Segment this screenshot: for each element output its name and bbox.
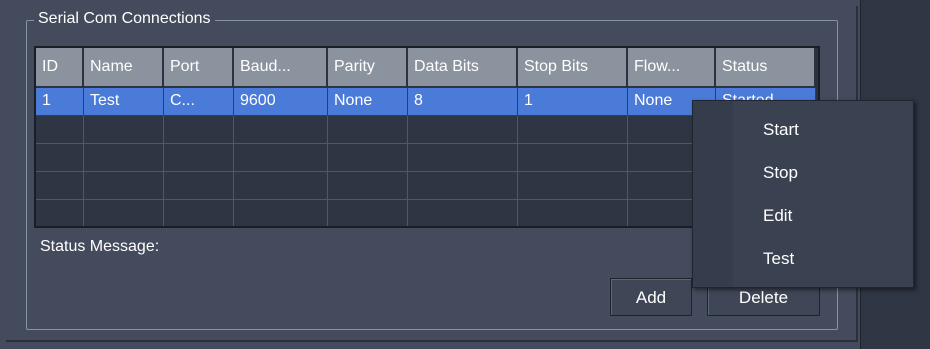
empty-cell — [328, 116, 408, 144]
cell-id: 1 — [36, 88, 84, 116]
empty-cell — [164, 144, 234, 172]
cell-baud: 9600 — [234, 88, 328, 116]
empty-cell — [518, 144, 628, 172]
column-header-port[interactable]: Port — [164, 48, 234, 86]
cell-data-bits: 8 — [408, 88, 518, 116]
empty-cell — [328, 172, 408, 200]
column-header-id[interactable]: ID — [36, 48, 84, 86]
empty-cell — [164, 200, 234, 226]
empty-cell — [36, 144, 84, 172]
empty-cell — [518, 200, 628, 226]
empty-cell — [84, 116, 164, 144]
cell-port: C... — [164, 88, 234, 116]
column-header-status[interactable]: Status — [716, 48, 816, 86]
menu-item-stop[interactable]: Stop — [733, 152, 911, 194]
empty-cell — [84, 172, 164, 200]
column-header-data-bits[interactable]: Data Bits — [408, 48, 518, 86]
empty-cell — [164, 172, 234, 200]
empty-cell — [164, 116, 234, 144]
empty-cell — [328, 144, 408, 172]
empty-cell — [36, 200, 84, 226]
empty-cell — [36, 172, 84, 200]
context-menu-gutter — [693, 101, 733, 287]
column-header-stop-bits[interactable]: Stop Bits — [518, 48, 628, 86]
context-menu: Start Stop Edit Test — [692, 100, 914, 288]
cell-name: Test — [84, 88, 164, 116]
column-header-baud[interactable]: Baud... — [234, 48, 328, 86]
menu-item-edit[interactable]: Edit — [733, 195, 911, 237]
column-header-parity[interactable]: Parity — [328, 48, 408, 86]
empty-cell — [328, 200, 408, 226]
empty-cell — [408, 144, 518, 172]
empty-cell — [234, 200, 328, 226]
cell-parity: None — [328, 88, 408, 116]
empty-cell — [234, 116, 328, 144]
menu-item-start[interactable]: Start — [733, 109, 911, 151]
empty-cell — [518, 116, 628, 144]
empty-cell — [234, 172, 328, 200]
empty-cell — [518, 172, 628, 200]
column-header-flow[interactable]: Flow... — [628, 48, 716, 86]
empty-cell — [234, 144, 328, 172]
window: Serial Com Connections ID Name Port Baud… — [0, 0, 930, 349]
empty-cell — [84, 144, 164, 172]
empty-cell — [408, 116, 518, 144]
add-button[interactable]: Add — [610, 278, 692, 316]
empty-cell — [84, 200, 164, 226]
menu-item-test[interactable]: Test — [733, 238, 911, 280]
empty-cell — [408, 172, 518, 200]
empty-cell — [36, 116, 84, 144]
cell-stop-bits: 1 — [518, 88, 628, 116]
status-message-label: Status Message: — [40, 238, 160, 255]
empty-cell — [408, 200, 518, 226]
group-title: Serial Com Connections — [34, 9, 215, 29]
column-header-name[interactable]: Name — [84, 48, 164, 86]
